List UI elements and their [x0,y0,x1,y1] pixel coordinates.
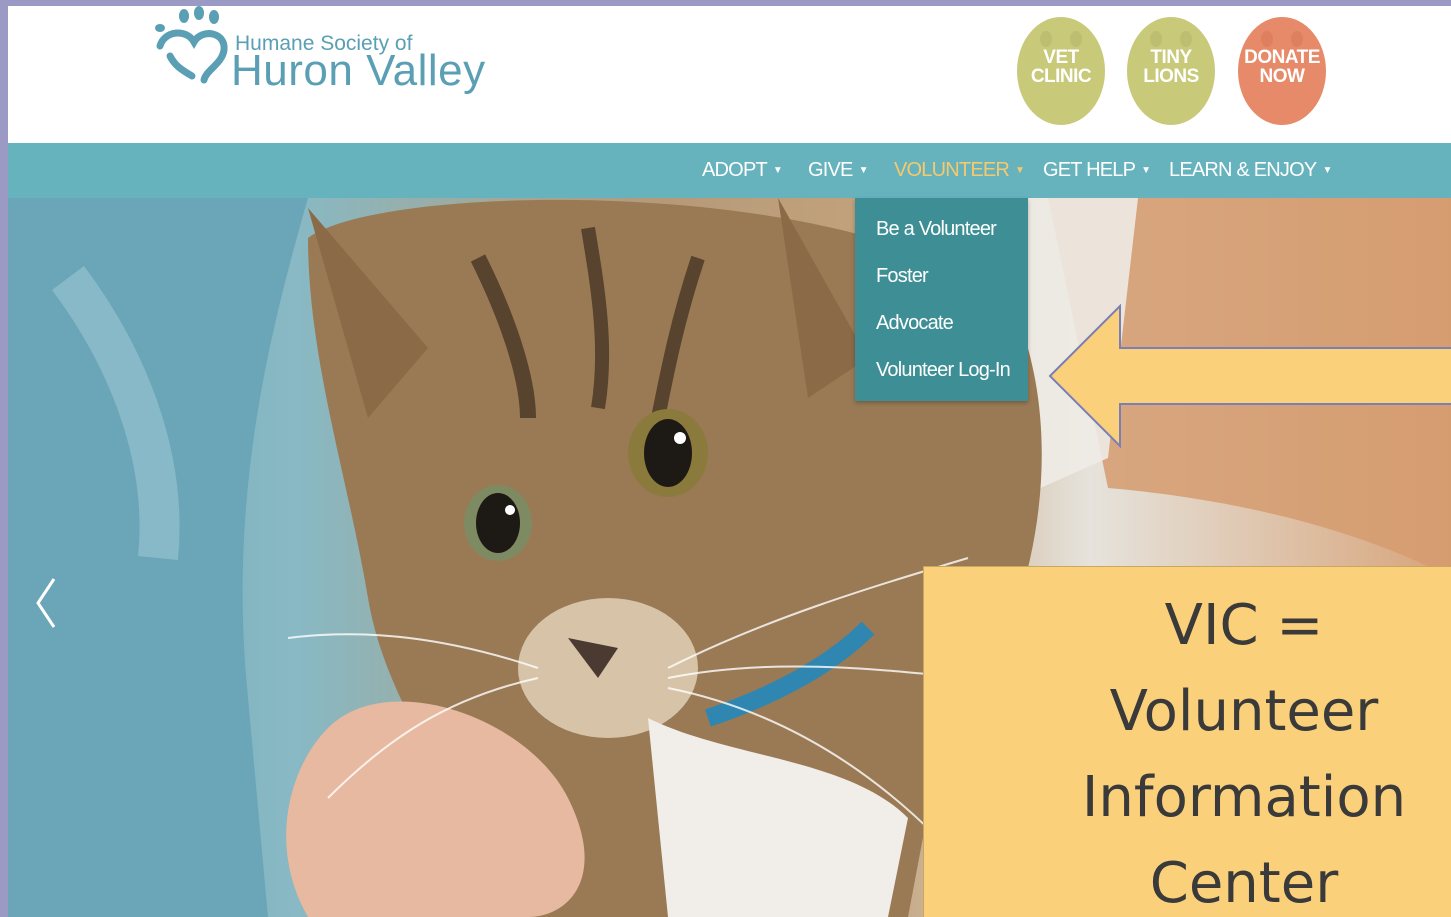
tiny-lions-line1: TINY [1150,47,1192,68]
browser-viewport: Humane Society of Huron Valley VET CLINI… [8,6,1451,917]
caret-down-icon: ▼ [1141,165,1151,177]
caret-down-icon: ▼ [1015,165,1025,177]
donate-now-line1: DONATE [1244,47,1320,68]
paw-heart-icon [155,6,228,84]
vet-clinic-line1: VET [1043,47,1079,68]
callout-line-1: VIC = [1164,593,1324,658]
nav-learn-enjoy-label: LEARN & ENJOY [1169,159,1317,181]
donate-now-label: DONATE NOW [1242,48,1322,86]
tiny-lions-line2: LIONS [1143,66,1199,87]
volunteer-dropdown-menu: Be a Volunteer Foster Advocate Volunteer… [855,198,1028,401]
nav-get-help-label: GET HELP [1043,159,1136,181]
main-nav: ADOPT ▼ GIVE ▼ VOLUNTEER ▼ GET HELP ▼ LEARN … [8,143,1451,198]
site-header: Humane Society of Huron Valley VET CLINI… [8,6,1451,143]
nav-give-label: GIVE [808,159,853,181]
dropdown-item-advocate[interactable]: Advocate [876,312,954,335]
caret-down-icon: ▼ [772,165,783,177]
tiny-lions-badge[interactable]: TINY LIONS [1126,9,1216,125]
tiny-lions-label: TINY LIONS [1131,48,1211,86]
vet-clinic-line2: CLINIC [1030,66,1092,87]
callout-line-2: Volunteer [1109,679,1379,744]
donate-now-line2: NOW [1259,66,1305,87]
nav-adopt-label: ADOPT [702,159,768,181]
caret-down-icon: ▼ [1322,165,1332,177]
dropdown-item-foster[interactable]: Foster [876,265,929,288]
logo-big-text: Huron Valley [231,46,486,95]
nav-volunteer-label: VOLUNTEER [894,159,1010,181]
caret-down-icon: ▼ [858,165,869,177]
vet-clinic-badge[interactable]: VET CLINIC [1016,9,1106,125]
dropdown-item-volunteer-log-in[interactable]: Volunteer Log-In [876,359,1011,382]
left-arrow-icon [1048,304,1451,448]
callout-line-4: Center [1149,851,1339,916]
nav-learn-enjoy[interactable]: LEARN & ENJOY ▼ [1169,143,1332,198]
dropdown-item-be-a-volunteer[interactable]: Be a Volunteer [876,218,997,241]
callout-line-3: Information [1081,765,1407,830]
vet-clinic-label: VET CLINIC [1021,48,1101,86]
nav-adopt[interactable]: ADOPT ▼ [702,143,783,198]
nav-get-help[interactable]: GET HELP ▼ [1043,143,1151,198]
vic-callout-box: VIC = Volunteer Information Center [923,566,1451,917]
donate-now-badge[interactable]: DONATE NOW [1237,9,1327,125]
nav-give[interactable]: GIVE ▼ [808,143,869,198]
nav-volunteer[interactable]: VOLUNTEER ▼ [894,143,1025,198]
chevron-left-icon[interactable] [30,573,60,633]
site-logo[interactable]: Humane Society of Huron Valley [146,6,485,116]
